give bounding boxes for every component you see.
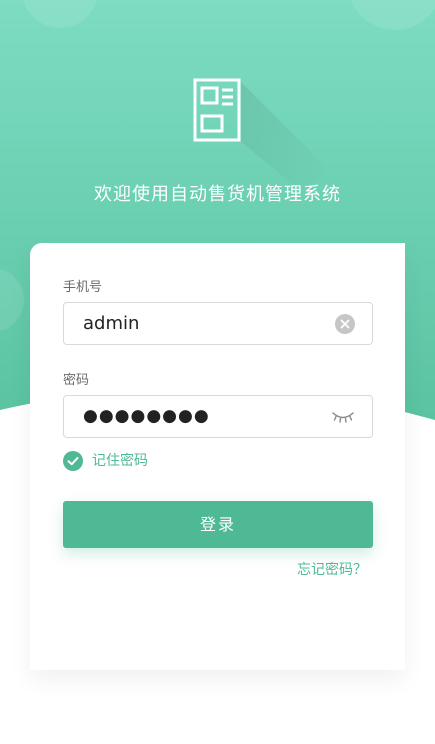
phone-label: 手机号 xyxy=(63,280,103,295)
login-screen: 欢迎使用自动售货机管理系统 手机号 admin 密码 ●●●●●●●● 记住密码… xyxy=(0,0,435,744)
forgot-password-link[interactable]: 忘记密码？ xyxy=(297,559,367,579)
remember-password-label: 记住密码 xyxy=(92,453,148,469)
eye-closed-icon[interactable] xyxy=(331,408,355,424)
login-button[interactable]: 登录 xyxy=(63,501,373,548)
clear-icon[interactable] xyxy=(335,314,355,334)
password-input-value: ●●●●●●●● xyxy=(83,406,210,426)
password-input[interactable]: ●●●●●●●● xyxy=(63,395,373,438)
check-circle-icon[interactable] xyxy=(63,451,83,471)
login-card: 手机号 admin 密码 ●●●●●●●● 记住密码 登录 忘记密码？ xyxy=(30,243,405,670)
phone-input-value: admin xyxy=(83,313,140,334)
document-icon xyxy=(193,78,241,142)
password-label: 密码 xyxy=(63,373,90,388)
app-title: 欢迎使用自动售货机管理系统 xyxy=(94,184,341,205)
phone-input[interactable]: admin xyxy=(63,302,373,345)
